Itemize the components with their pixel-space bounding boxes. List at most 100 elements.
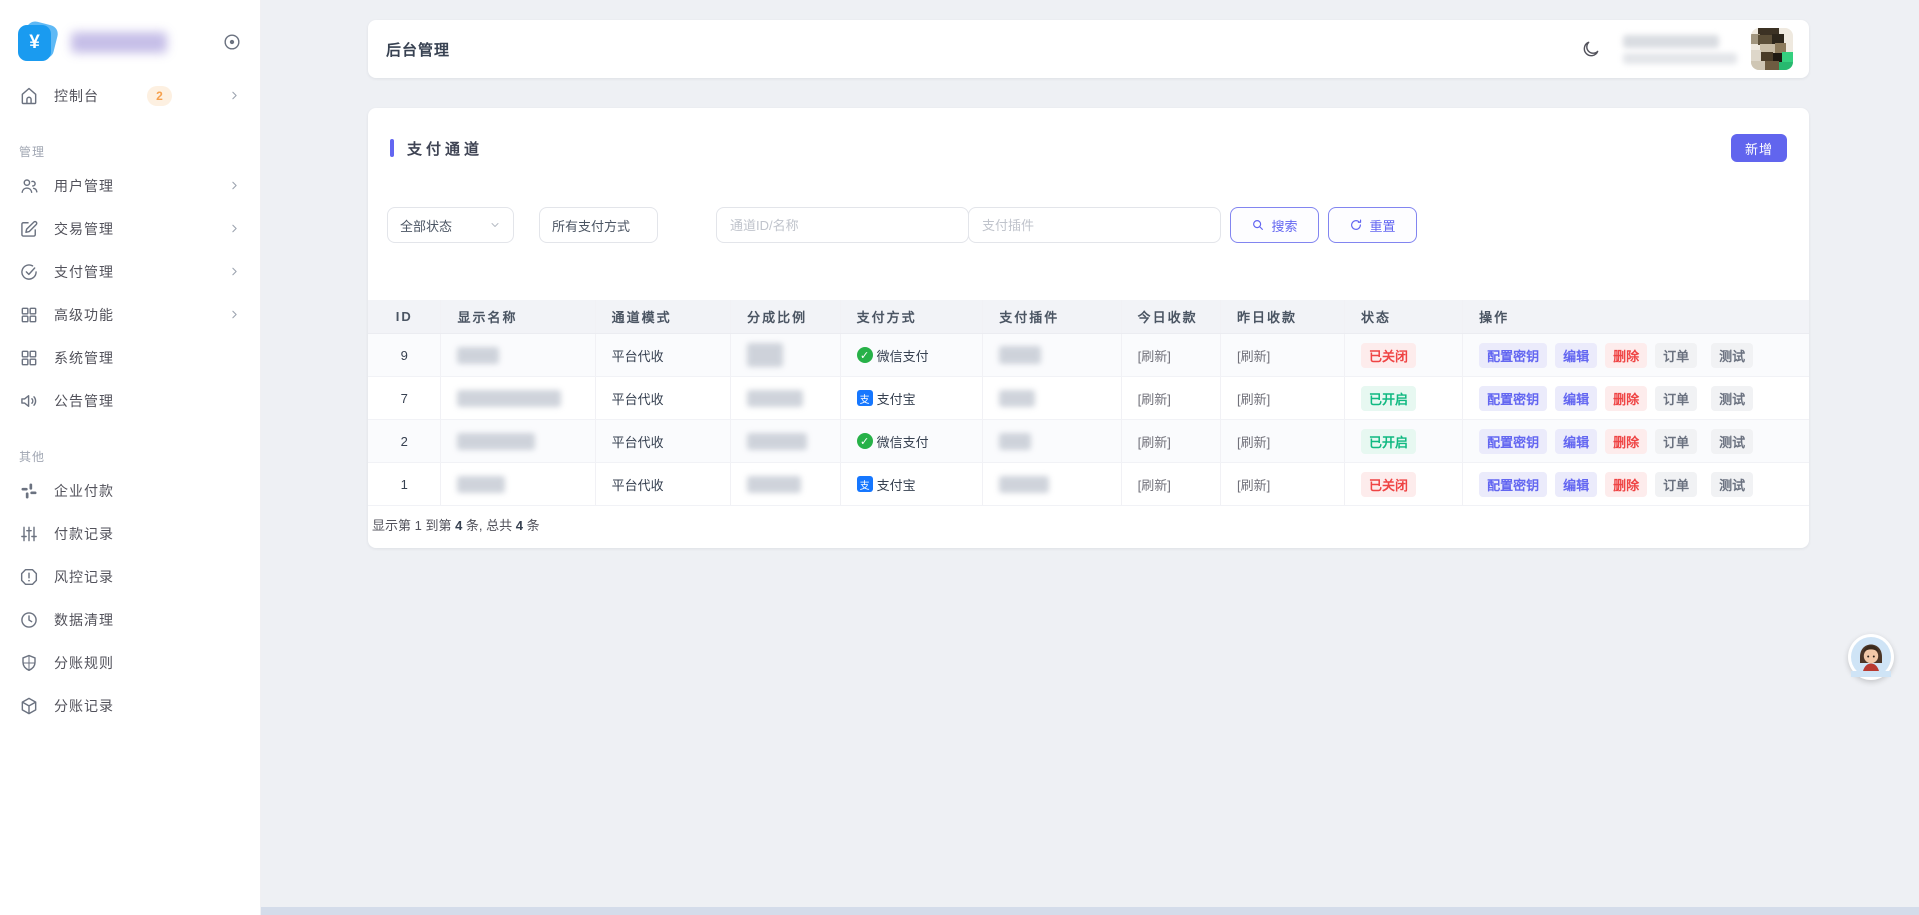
- delete-button[interactable]: 删除: [1605, 429, 1647, 454]
- sidebar-item-split-records[interactable]: 分账记录: [0, 684, 260, 727]
- status-badge: 已开启: [1361, 429, 1416, 454]
- sidebar-logo-row: ¥: [0, 18, 260, 66]
- sidebar-collapse-icon[interactable]: [222, 32, 242, 52]
- refresh-today-link[interactable]: [刷新]: [1138, 389, 1171, 408]
- sidebar-item-announcement-management[interactable]: 公告管理: [0, 379, 260, 422]
- chevron-down-icon: [489, 219, 501, 231]
- top-header-bar: 后台管理: [368, 20, 1809, 78]
- test-button[interactable]: 测试: [1711, 386, 1753, 411]
- cell-mode: 平台代收: [596, 420, 731, 462]
- orders-button[interactable]: 订单: [1655, 429, 1697, 454]
- ratio-redacted: [747, 343, 783, 367]
- edit-button[interactable]: 编辑: [1555, 472, 1597, 497]
- refresh-today-link[interactable]: [刷新]: [1138, 346, 1171, 365]
- channel-id-name-input[interactable]: [716, 207, 969, 243]
- sidebar-item-system-management[interactable]: 系统管理: [0, 336, 260, 379]
- page-title: 后台管理: [386, 39, 450, 60]
- user-avatar[interactable]: [1751, 28, 1793, 70]
- sliders-icon: [19, 524, 39, 544]
- edit-button[interactable]: 编辑: [1555, 343, 1597, 368]
- payment-plugin-input[interactable]: [968, 207, 1221, 243]
- plugin-redacted: [999, 390, 1035, 407]
- payment-method-filter-select[interactable]: 所有支付方式: [539, 207, 658, 243]
- add-button[interactable]: 新增: [1731, 134, 1787, 162]
- search-icon: [1251, 218, 1265, 232]
- reset-button[interactable]: 重置: [1328, 207, 1417, 243]
- edit-button[interactable]: 编辑: [1555, 429, 1597, 454]
- refresh-yesterday-link[interactable]: [刷新]: [1237, 389, 1270, 408]
- sidebar-item-data-cleanup[interactable]: 数据清理: [0, 598, 260, 641]
- cell-method: 支 支付宝: [841, 377, 984, 419]
- chevron-right-icon: [228, 308, 241, 321]
- alipay-icon: 支: [857, 390, 873, 406]
- delete-button[interactable]: 删除: [1605, 386, 1647, 411]
- panel-accent-bar: [390, 139, 394, 157]
- configure-key-button[interactable]: 配置密钥: [1479, 386, 1547, 411]
- table-row: 9 平台代收 ✓ 微信支付 [刷新] [刷新] 已关闭 配置密钥 编辑 删除 订…: [368, 334, 1809, 377]
- refresh-yesterday-link[interactable]: [刷新]: [1237, 475, 1270, 494]
- channel-name-redacted: [457, 390, 561, 407]
- refresh-yesterday-link[interactable]: [刷新]: [1237, 346, 1270, 365]
- alipay-icon: 支: [857, 476, 873, 492]
- ratio-redacted: [747, 390, 803, 407]
- sidebar-item-payment-records[interactable]: 付款记录: [0, 512, 260, 555]
- sidebar-item-enterprise-payment[interactable]: 企业付款: [0, 469, 260, 512]
- cell-mode: 平台代收: [596, 463, 731, 505]
- cell-mode: 平台代收: [596, 334, 731, 376]
- sidebar-item-user-management[interactable]: 用户管理: [0, 164, 260, 207]
- edit-button[interactable]: 编辑: [1555, 386, 1597, 411]
- test-button[interactable]: 测试: [1711, 472, 1753, 497]
- sidebar-item-risk-records[interactable]: 风控记录: [0, 555, 260, 598]
- sidebar-section-management: 管理: [19, 143, 260, 160]
- channel-name-redacted: [457, 433, 535, 450]
- refresh-yesterday-link[interactable]: [刷新]: [1237, 432, 1270, 451]
- sidebar-item-label: 控制台: [54, 86, 99, 106]
- sidebar-item-console[interactable]: 控制台 2: [0, 74, 260, 117]
- cell-method: ✓ 微信支付: [841, 334, 984, 376]
- chevron-right-icon: [228, 222, 241, 235]
- delete-button[interactable]: 删除: [1605, 472, 1647, 497]
- cell-id: 2: [368, 420, 441, 462]
- sidebar-item-advanced-features[interactable]: 高级功能: [0, 293, 260, 336]
- orders-button[interactable]: 订单: [1655, 472, 1697, 497]
- search-button[interactable]: 搜索: [1230, 207, 1319, 243]
- sidebar-item-split-rules[interactable]: 分账规则: [0, 641, 260, 684]
- bottom-scroll-strip: [0, 907, 1919, 915]
- refresh-icon: [1349, 218, 1363, 232]
- chevron-right-icon: [228, 179, 241, 192]
- orders-button[interactable]: 订单: [1655, 386, 1697, 411]
- filter-bar: 全部状态 所有支付方式 搜索 重置: [387, 207, 1809, 243]
- sidebar-item-transaction-management[interactable]: 交易管理: [0, 207, 260, 250]
- status-badge: 已关闭: [1361, 472, 1416, 497]
- ratio-redacted: [747, 476, 801, 493]
- test-button[interactable]: 测试: [1711, 429, 1753, 454]
- cell-id: 9: [368, 334, 441, 376]
- refresh-today-link[interactable]: [刷新]: [1138, 475, 1171, 494]
- main-area: 后台管理: [261, 0, 1919, 915]
- sidebar-item-payment-management[interactable]: 支付管理: [0, 250, 260, 293]
- orders-button[interactable]: 订单: [1655, 343, 1697, 368]
- plugin-redacted: [999, 346, 1041, 364]
- configure-key-button[interactable]: 配置密钥: [1479, 429, 1547, 454]
- configure-key-button[interactable]: 配置密钥: [1479, 343, 1547, 368]
- sidebar-section-other: 其他: [19, 448, 260, 465]
- channel-name-redacted: [457, 347, 499, 364]
- username-redacted: [1623, 35, 1737, 64]
- ratio-redacted: [747, 433, 807, 450]
- floating-assistant-avatar[interactable]: [1848, 634, 1894, 680]
- clock-icon: [19, 610, 39, 630]
- status-filter-select[interactable]: 全部状态: [387, 207, 514, 243]
- cell-method: ✓ 微信支付: [841, 420, 984, 462]
- plugin-redacted: [999, 433, 1031, 450]
- configure-key-button[interactable]: 配置密钥: [1479, 472, 1547, 497]
- chevron-right-icon: [228, 265, 241, 278]
- refresh-today-link[interactable]: [刷新]: [1138, 432, 1171, 451]
- cell-id: 7: [368, 377, 441, 419]
- dark-mode-toggle[interactable]: [1581, 39, 1601, 59]
- wechat-pay-icon: ✓: [857, 433, 873, 449]
- home-icon: [19, 86, 39, 106]
- payment-channel-panel: 支付通道 新增 全部状态 所有支付方式 搜索 重置 ID: [368, 108, 1809, 548]
- channels-table: ID 显示名称 通道模式 分成比例 支付方式 支付插件 今日收款 昨日收款 状态…: [368, 300, 1809, 534]
- test-button[interactable]: 测试: [1711, 343, 1753, 368]
- delete-button[interactable]: 删除: [1605, 343, 1647, 368]
